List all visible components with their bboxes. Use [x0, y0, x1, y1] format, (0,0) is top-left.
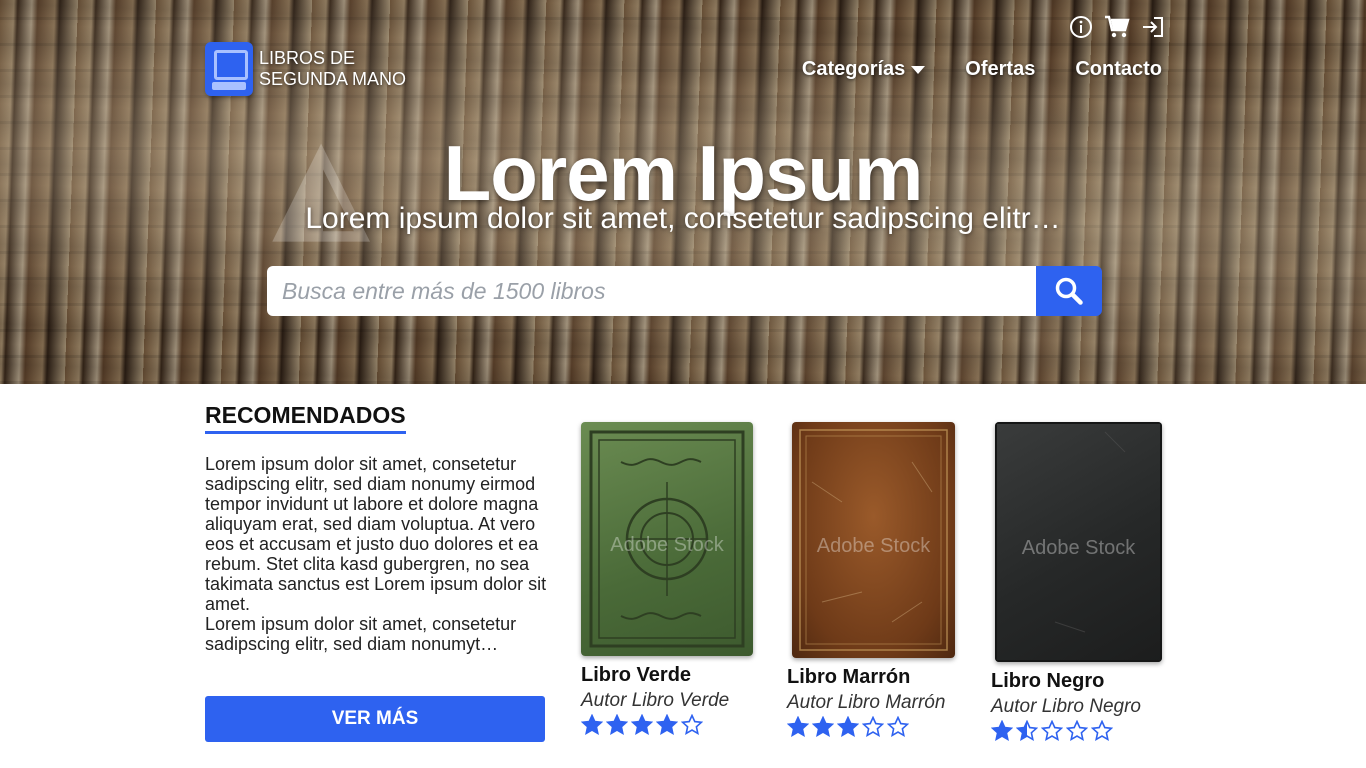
brand-name-line1: LIBROS DE	[259, 48, 356, 68]
search-input[interactable]	[267, 266, 1036, 316]
cover-watermark: Adobe Stock	[610, 534, 724, 557]
star-empty-icon	[862, 716, 884, 737]
search-bar	[267, 266, 1102, 316]
star-filled-icon	[837, 716, 859, 737]
recommended-paragraph-1: Lorem ipsum dolor sit amet, consetetur s…	[205, 454, 547, 614]
book-author: Autor Libro Verde	[581, 690, 730, 711]
cover-watermark: Adobe Stock	[1021, 537, 1136, 560]
info-icon[interactable]	[1068, 14, 1094, 40]
nav-contacto[interactable]: Contacto	[1075, 58, 1162, 81]
cart-icon[interactable]	[1104, 14, 1130, 40]
book-card-negro[interactable]: Adobe Stock Libro Negro Autor Libro Negr…	[991, 422, 1181, 742]
nav-ofertas[interactable]: Ofertas	[965, 58, 1035, 81]
star-filled-icon	[631, 714, 653, 735]
login-icon[interactable]	[1140, 14, 1166, 40]
hero-subtitle: Lorem ipsum dolor sit amet, consetetur s…	[305, 202, 1061, 235]
search-button[interactable]	[1036, 266, 1102, 316]
star-filled-icon	[812, 716, 834, 737]
brand-name-line2: SEGUNDA MANO	[259, 69, 407, 89]
book-author: Autor Libro Negro	[991, 696, 1141, 717]
book-cover[interactable]: Adobe Stock	[581, 422, 753, 656]
brand-name: LIBROS DE SEGUNDA MANO	[259, 48, 429, 90]
top-icons	[1068, 14, 1166, 40]
star-empty-icon	[1091, 720, 1113, 741]
star-filled-icon	[787, 716, 809, 737]
star-filled-icon	[581, 714, 603, 735]
star-filled-icon	[991, 720, 1013, 741]
brand-logo-link[interactable]: LIBROS DE SEGUNDA MANO	[205, 42, 429, 96]
star-empty-icon	[1041, 720, 1063, 741]
star-filled-icon	[606, 714, 628, 735]
book-cover[interactable]: Adobe Stock	[792, 422, 955, 658]
recommended-text: Lorem ipsum dolor sit amet, consetetur s…	[205, 454, 550, 654]
book-title[interactable]: Libro Verde	[581, 664, 771, 687]
rating-stars	[787, 716, 977, 738]
nav-categorias[interactable]: Categorías	[801, 58, 926, 81]
book-cover[interactable]: Adobe Stock	[995, 422, 1162, 662]
hero-banner: ◭ LIBROS DE SEGUNDA MANO Categorías Ofer…	[0, 0, 1366, 384]
book-logo-icon	[205, 42, 253, 96]
star-empty-icon	[1066, 720, 1088, 741]
main-nav: Categorías Ofertas Contacto	[802, 58, 1162, 81]
star-filled-icon	[656, 714, 678, 735]
search-icon	[1055, 277, 1083, 305]
recommended-paragraph-2: Lorem ipsum dolor sit amet, consetetur s…	[205, 614, 517, 654]
cover-watermark: Adobe Stock	[816, 535, 931, 558]
book-title[interactable]: Libro Negro	[991, 670, 1181, 693]
book-title[interactable]: Libro Marrón	[787, 666, 977, 689]
rating-stars	[581, 714, 771, 736]
book-card-verde[interactable]: Adobe Stock Libro Verde Autor Libro Verd…	[581, 422, 771, 736]
star-half-icon	[1016, 720, 1038, 741]
ver-mas-button[interactable]: VER MÁS	[205, 696, 545, 742]
chevron-down-icon	[911, 65, 926, 74]
rating-stars	[991, 720, 1181, 742]
book-author: Autor Libro Marrón	[787, 692, 946, 713]
recommended-heading: RECOMENDADOS	[205, 402, 406, 434]
book-card-marron[interactable]: Adobe Stock Libro Marrón Autor Libro Mar…	[787, 422, 977, 738]
star-empty-icon	[681, 714, 703, 735]
recommended-section: RECOMENDADOS Lorem ipsum dolor sit amet,…	[205, 402, 550, 654]
nav-categorias-label: Categorías	[801, 58, 906, 80]
star-empty-icon	[887, 716, 909, 737]
